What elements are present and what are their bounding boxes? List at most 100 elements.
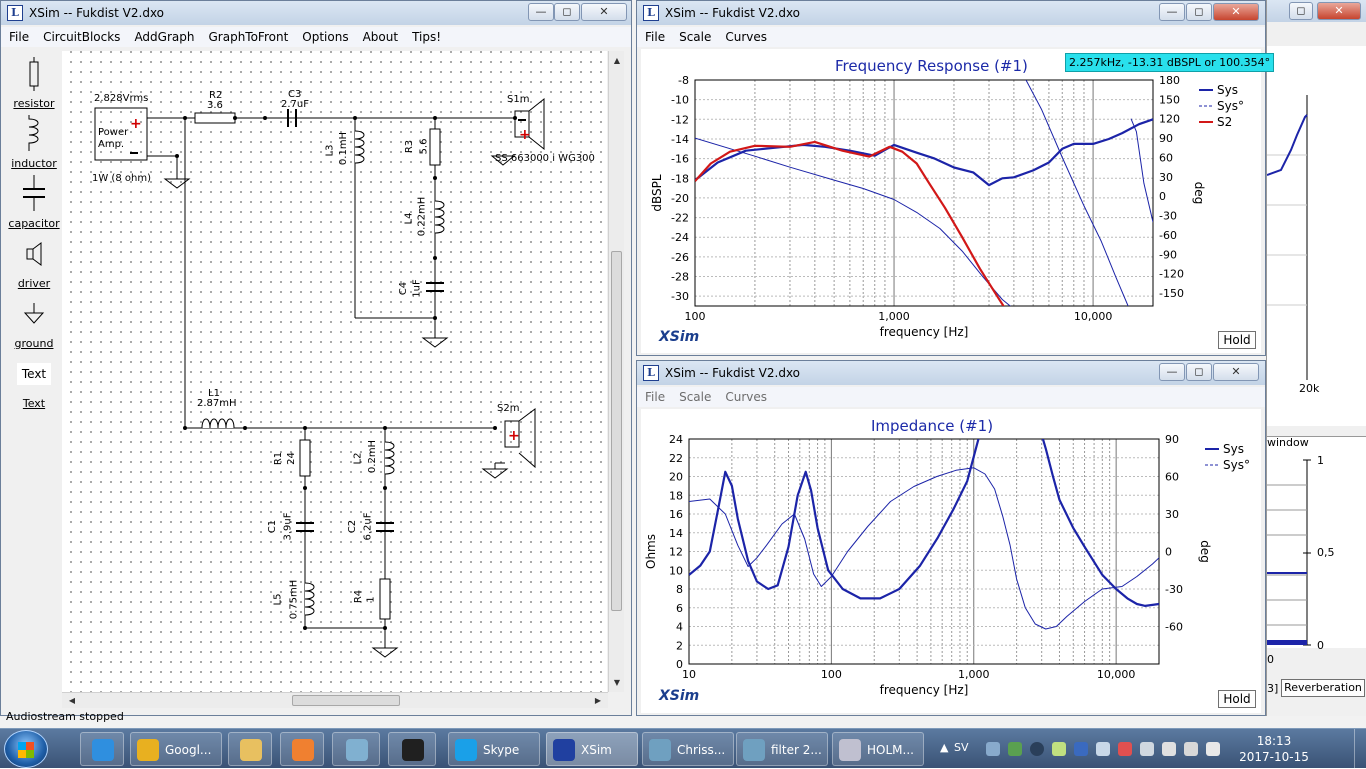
schematic-hscroll[interactable]: ◀ ▶ [62,692,608,708]
minimize-button[interactable]: — [1159,3,1185,21]
app-icon [346,739,368,761]
resistor-icon[interactable] [27,57,41,91]
hold-button[interactable]: Hold [1218,690,1256,708]
taskbar-item-filter2[interactable]: filter 2... [736,732,828,766]
freq-window: L XSim -- Fukdist V2.dxo — ◻ ✕ File Scale… [636,0,1275,356]
taskbar-item-ie[interactable] [80,732,124,766]
close-button[interactable]: ✕ [581,3,627,21]
freq-menu-file[interactable]: File [637,27,671,44]
schematic-menu-file[interactable]: File [1,27,35,44]
c1-name: C1 [267,519,279,534]
bg-restore-button[interactable]: ◻ [1289,2,1313,20]
taskbar-item-chriss[interactable]: Chriss... [642,732,734,766]
text-preview[interactable]: Text [17,363,51,385]
freq-y-tick: -10 [671,94,689,107]
show-hidden-icons[interactable]: ▲ [940,741,948,754]
schematic-canvas[interactable]: + + + 2.828Vrms Power Amp. 1W (8 ohm) R2 3… [62,51,607,692]
show-desktop-button[interactable] [1354,729,1366,769]
taskbar-item-media[interactable] [280,732,324,766]
s1m-name: S1m [507,94,530,105]
schematic-menu-about[interactable]: About [355,27,404,44]
imp-y2-tick: 0 [1165,546,1172,559]
scroll-thumb[interactable] [611,251,622,611]
tray-icon-6[interactable] [1096,742,1110,756]
reverberation-button[interactable]: Reverberation [1281,679,1365,697]
hscroll-thumb[interactable] [292,695,400,706]
imp-y2-tick: 30 [1165,508,1179,521]
tray-icon-5[interactable] [1074,742,1088,756]
tray-icon-2[interactable] [1008,742,1022,756]
taskbar-item-explorer[interactable] [228,732,272,766]
schematic-titlebar: L XSim -- Fukdist V2.dxo — ◻ ✕ [1,1,631,25]
taskbar-item-skype[interactable]: Skype [448,732,540,766]
schematic-vscroll[interactable]: ▲ ▼ [608,51,624,692]
hold-button[interactable]: Hold [1218,331,1256,349]
palette-inductor[interactable]: inductor [7,157,61,170]
scroll-left-icon[interactable]: ◀ [64,693,80,709]
gauge-val-1: 1 [1317,454,1324,467]
minimize-button[interactable]: — [528,3,554,21]
photo-icon [743,739,765,761]
tray-icon-10[interactable] [1184,742,1198,756]
start-button[interactable] [4,730,48,768]
minimize-button[interactable]: — [1159,363,1185,381]
tray-icon-11[interactable] [1206,742,1220,756]
windows-logo-icon [18,742,34,758]
ground-icon[interactable] [23,303,45,327]
clock-time[interactable]: 18:13 [1234,734,1314,748]
tray-icon-1[interactable] [986,742,1000,756]
tray-icon-4[interactable] [1052,742,1066,756]
taskbar-item-label: Googl... [165,743,212,757]
palette-text[interactable]: Text [7,397,61,410]
scroll-right-icon[interactable]: ▶ [590,693,606,709]
schematic-menu-graphtofront[interactable]: GraphToFront [200,27,294,44]
background-window: ◻ ✕ 20k window 1 0,5 0 0 3] Reverberatio… [1266,0,1366,716]
close-button[interactable]: ✕ [1213,3,1259,21]
language-indicator[interactable]: SV [954,741,969,754]
gauge-val-05: 0,5 [1317,546,1335,559]
freq-legend-entry: Sys [1217,83,1238,97]
taskbar-item-googl[interactable]: Googl... [130,732,222,766]
schematic-window: L XSim -- Fukdist V2.dxo — ◻ ✕ File Circu… [0,0,632,716]
imp-menu-scale[interactable]: Scale [671,387,717,404]
scroll-down-icon[interactable]: ▼ [609,675,625,691]
taskbar-item-holm[interactable]: HOLM... [832,732,924,766]
volume-icon[interactable] [1162,742,1176,756]
imp-y-tick: 6 [676,602,683,615]
driver-icon[interactable] [23,241,45,267]
tray-icon-7[interactable] [1118,742,1132,756]
scroll-up-icon[interactable]: ▲ [609,53,625,69]
schematic-menu-circuitblocks[interactable]: CircuitBlocks [35,27,126,44]
steam-icon[interactable] [1030,742,1044,756]
network-icon[interactable] [1140,742,1154,756]
imp-y-tick: 2 [676,639,683,652]
taskbar-item-xsim[interactable]: XSim [546,732,638,766]
maximize-button[interactable]: ◻ [554,3,580,21]
inductor-icon[interactable] [25,115,45,151]
schematic-menu-options[interactable]: Options [294,27,354,44]
palette-capacitor[interactable]: capacitor [7,217,61,230]
r3-value: 5.6 [418,138,430,155]
imp-menu-file[interactable]: File [637,387,671,404]
maximize-button[interactable]: ◻ [1186,363,1212,381]
imp-x-tick: 10,000 [1097,668,1136,681]
schematic-menu-addgraph[interactable]: AddGraph [126,27,200,44]
taskbar-item-app[interactable] [332,732,380,766]
close-button[interactable]: ✕ [1213,363,1259,381]
palette-ground[interactable]: ground [7,337,61,350]
taskbar-item-app2[interactable] [388,732,436,766]
clock-date[interactable]: 2017-10-15 [1234,750,1314,764]
maximize-button[interactable]: ◻ [1186,3,1212,21]
schematic-menu-tips[interactable]: Tips! [404,27,447,44]
capacitor-icon[interactable] [21,175,47,211]
palette-driver[interactable]: driver [7,277,61,290]
svg-text:+: + [508,428,520,444]
imp-menu-curves[interactable]: Curves [717,387,773,404]
freq-menu-scale[interactable]: Scale [671,27,717,44]
imp-y2-tick: -30 [1165,583,1183,596]
l5-name: L5 [272,593,284,606]
bg-close-button[interactable]: ✕ [1317,2,1361,20]
l4-name: L4 [403,212,415,225]
palette-resistor[interactable]: resistor [7,97,61,110]
freq-menu-curves[interactable]: Curves [717,27,773,44]
